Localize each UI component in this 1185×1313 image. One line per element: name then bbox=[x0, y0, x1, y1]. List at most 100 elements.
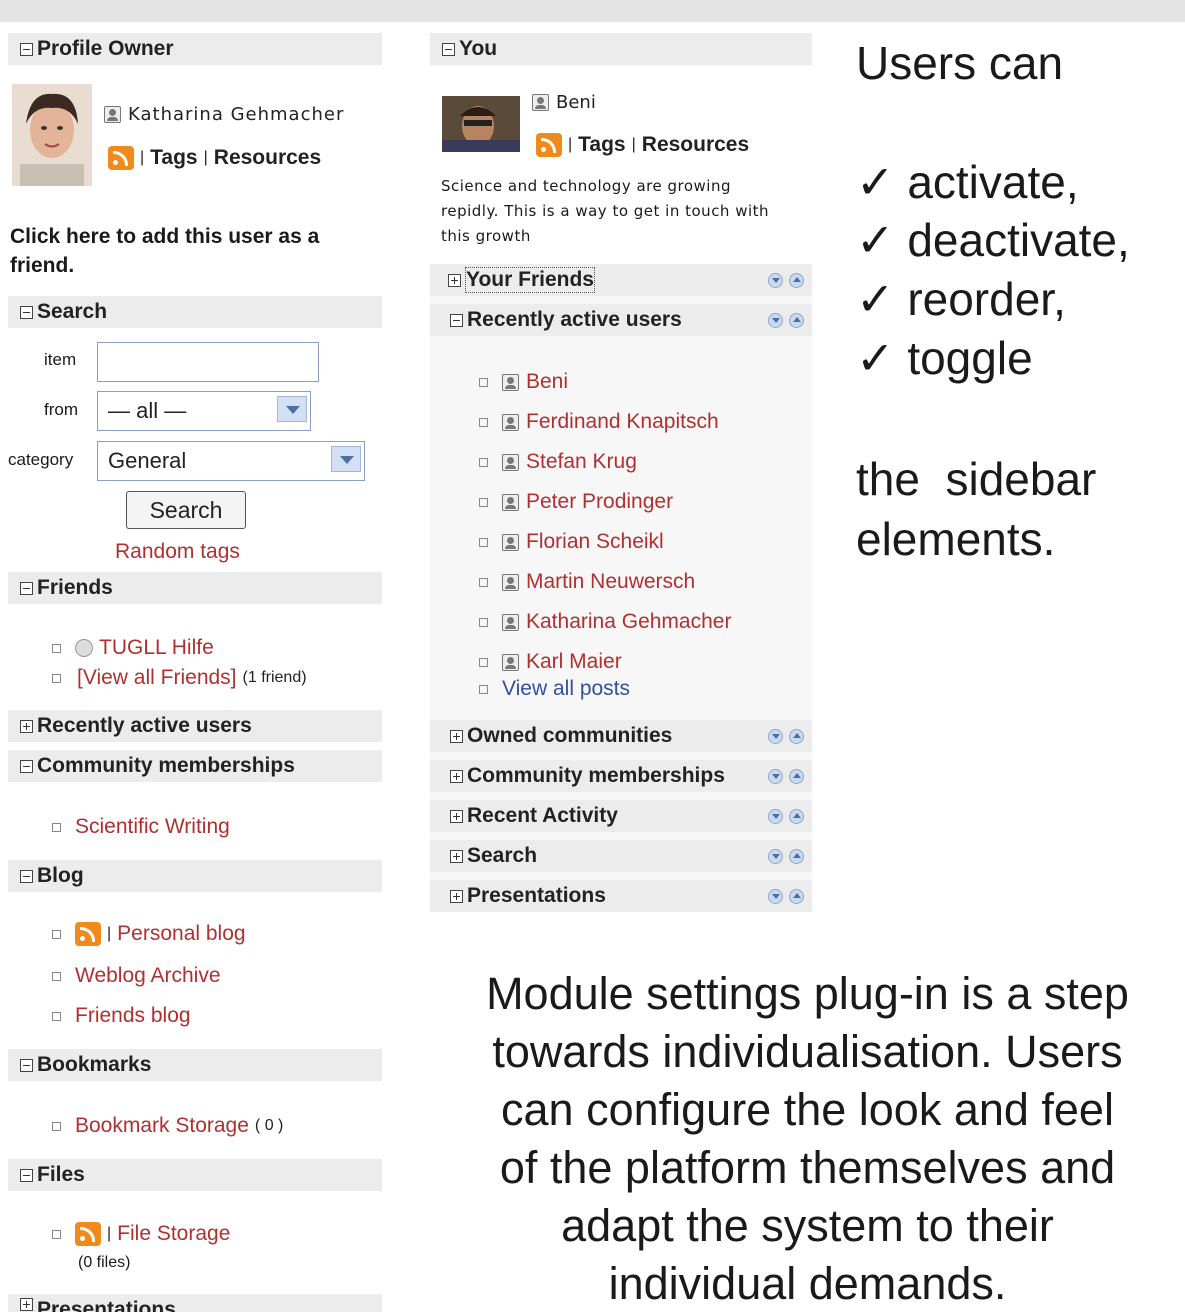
expand-icon[interactable] bbox=[20, 1298, 33, 1311]
friends-header[interactable]: Friends bbox=[8, 572, 382, 604]
from-select[interactable]: — all — bbox=[97, 391, 311, 431]
profile-owner-header[interactable]: Profile Owner bbox=[8, 33, 382, 65]
presentations-module-header[interactable]: Presentations bbox=[430, 880, 812, 912]
blog-header[interactable]: Blog bbox=[8, 860, 382, 892]
expand-icon[interactable] bbox=[20, 719, 33, 733]
recent-activity-header[interactable]: Recent Activity bbox=[430, 800, 812, 832]
move-up-icon[interactable] bbox=[789, 312, 804, 328]
list-item: View all posts bbox=[479, 677, 630, 701]
move-up-icon[interactable] bbox=[789, 768, 804, 784]
profile-sidebar: Profile Owner bbox=[8, 33, 382, 65]
you-name[interactable]: Beni bbox=[556, 92, 596, 113]
bookmark-count: ( 0 ) bbox=[254, 1117, 284, 1134]
list-item: Beni bbox=[479, 370, 568, 394]
personal-blog-link[interactable]: Personal blog bbox=[117, 922, 245, 946]
move-up-icon[interactable] bbox=[789, 888, 804, 904]
move-down-icon[interactable] bbox=[768, 312, 783, 328]
user-link[interactable]: Katharina Gehmacher bbox=[526, 610, 731, 634]
users-can-text: Users can bbox=[856, 37, 1064, 89]
search-header[interactable]: Search bbox=[8, 296, 382, 328]
random-tags-link[interactable]: Random tags bbox=[115, 540, 240, 564]
expand-icon[interactable] bbox=[450, 809, 463, 823]
search-button[interactable]: Search bbox=[126, 491, 246, 529]
tags-link[interactable]: Tags bbox=[578, 133, 625, 157]
move-down-icon[interactable] bbox=[768, 272, 783, 288]
add-friend-link[interactable]: Click here to add this user as a friend. bbox=[10, 222, 370, 280]
user-link[interactable]: Karl Maier bbox=[526, 650, 622, 674]
chevron-down-icon[interactable] bbox=[331, 446, 361, 472]
move-up-icon[interactable] bbox=[789, 728, 804, 744]
expand-icon[interactable] bbox=[450, 889, 463, 903]
rss-icon[interactable] bbox=[75, 1222, 101, 1246]
owner-avatar bbox=[12, 84, 92, 186]
resources-link[interactable]: Resources bbox=[214, 146, 321, 170]
move-down-icon[interactable] bbox=[768, 728, 783, 744]
friend-link[interactable]: TUGLL Hilfe bbox=[99, 636, 214, 660]
collapse-icon[interactable] bbox=[20, 1168, 33, 1182]
your-friends-header[interactable]: Your Friends bbox=[430, 264, 812, 296]
files-header[interactable]: Files bbox=[8, 1159, 382, 1191]
recently-active-users-header[interactable]: Recently active users bbox=[430, 304, 812, 336]
list-item: Scientific Writing bbox=[52, 815, 230, 839]
item-input[interactable] bbox=[97, 342, 319, 382]
expand-icon[interactable] bbox=[448, 273, 461, 287]
category-select[interactable]: General bbox=[97, 441, 365, 481]
user-icon bbox=[502, 533, 519, 551]
move-up-icon[interactable] bbox=[789, 848, 804, 864]
tags-link[interactable]: Tags bbox=[150, 146, 197, 170]
move-down-icon[interactable] bbox=[768, 848, 783, 864]
bookmark-storage-link[interactable]: Bookmark Storage bbox=[75, 1114, 249, 1138]
action-item: ✓ reorder, bbox=[856, 273, 1066, 325]
collapse-icon[interactable] bbox=[20, 869, 33, 883]
user-link[interactable]: Beni bbox=[526, 370, 568, 394]
owned-communities-header[interactable]: Owned communities bbox=[430, 720, 812, 752]
list-item: Ferdinand Knapitsch bbox=[479, 410, 719, 434]
action-item: ✓ activate, bbox=[856, 156, 1079, 208]
chevron-down-icon[interactable] bbox=[277, 396, 307, 422]
expand-icon[interactable] bbox=[450, 729, 463, 743]
smiley-icon bbox=[75, 639, 93, 657]
expand-icon[interactable] bbox=[450, 769, 463, 783]
friends-blog-link[interactable]: Friends blog bbox=[75, 1004, 191, 1028]
you-name-row: Beni bbox=[532, 92, 596, 113]
presentations-header[interactable]: Presentations bbox=[8, 1294, 382, 1312]
community-memberships-header[interactable]: Community memberships bbox=[430, 760, 812, 792]
owner-name[interactable]: Katharina Gehmacher bbox=[128, 104, 344, 125]
view-all-friends-link[interactable]: [View all Friends] bbox=[77, 666, 237, 690]
user-link[interactable]: Florian Scheikl bbox=[526, 530, 664, 554]
move-down-icon[interactable] bbox=[768, 808, 783, 824]
recently-active-header[interactable]: Recently active users bbox=[8, 710, 382, 742]
description-block: Module settings plug-in is a step toward… bbox=[486, 968, 1129, 1309]
user-link[interactable]: Stefan Krug bbox=[526, 450, 637, 474]
collapse-icon[interactable] bbox=[20, 581, 33, 595]
resources-link[interactable]: Resources bbox=[642, 133, 749, 157]
move-up-icon[interactable] bbox=[789, 808, 804, 824]
rss-icon[interactable] bbox=[108, 146, 134, 170]
weblog-archive-link[interactable]: Weblog Archive bbox=[75, 964, 221, 988]
bookmarks-header[interactable]: Bookmarks bbox=[8, 1049, 382, 1081]
list-item: TUGLL Hilfe bbox=[52, 636, 214, 660]
user-link[interactable]: Peter Prodinger bbox=[526, 490, 673, 514]
rss-icon[interactable] bbox=[75, 922, 101, 946]
collapse-icon[interactable] bbox=[20, 1058, 33, 1072]
collapse-icon[interactable] bbox=[442, 42, 455, 56]
collapse-icon[interactable] bbox=[20, 759, 33, 773]
user-link[interactable]: Ferdinand Knapitsch bbox=[526, 410, 719, 434]
user-link[interactable]: Martin Neuwersch bbox=[526, 570, 695, 594]
user-icon bbox=[532, 94, 549, 111]
move-down-icon[interactable] bbox=[768, 768, 783, 784]
move-down-icon[interactable] bbox=[768, 888, 783, 904]
community-link[interactable]: Scientific Writing bbox=[75, 815, 230, 839]
community-memberships-header[interactable]: Community memberships bbox=[8, 750, 382, 782]
file-storage-link[interactable]: File Storage bbox=[117, 1222, 230, 1246]
you-header[interactable]: You bbox=[430, 33, 812, 65]
collapse-icon[interactable] bbox=[450, 313, 463, 327]
move-up-icon[interactable] bbox=[789, 272, 804, 288]
search-module-header[interactable]: Search bbox=[430, 840, 812, 872]
user-icon bbox=[104, 106, 121, 123]
collapse-icon[interactable] bbox=[20, 42, 33, 56]
rss-icon[interactable] bbox=[536, 133, 562, 157]
expand-icon[interactable] bbox=[450, 849, 463, 863]
view-all-posts-link[interactable]: View all posts bbox=[502, 677, 630, 701]
collapse-icon[interactable] bbox=[20, 305, 33, 319]
